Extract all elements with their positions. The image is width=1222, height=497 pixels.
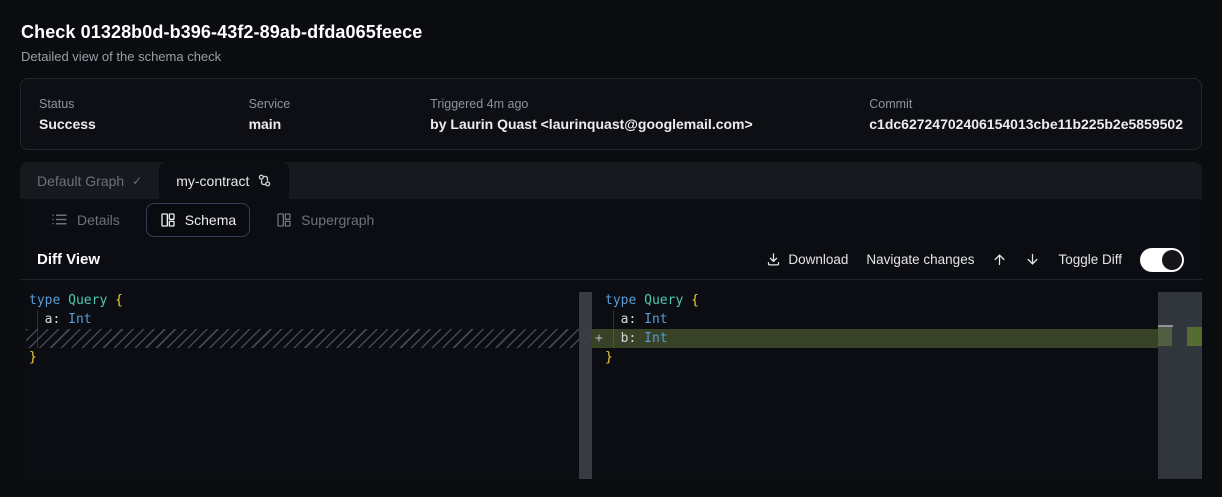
panels-icon [160,212,176,228]
tab-schema[interactable]: Schema [146,203,250,237]
meta-status-value: Success [39,116,249,132]
diff-overview-mark [1187,327,1202,346]
schema-check-page: Check 01328b0d-b396-43f2-89ab-dfda065fee… [0,0,1222,497]
download-icon [766,252,781,267]
tab-details[interactable]: Details [37,202,134,237]
meta-status: Status Success [39,97,249,132]
tab-default-graph-label: Default Graph [37,173,124,189]
page-subtitle: Detailed view of the schema check [21,49,1202,64]
arrow-up-icon [992,252,1007,267]
meta-status-label: Status [39,97,249,111]
meta-service-label: Service [249,97,431,111]
added-code-line[interactable]: + b: Int [592,329,1172,348]
added-line-plus-sign: + [592,329,605,348]
right-scrollbar[interactable] [1158,292,1202,479]
next-change-button[interactable] [1025,252,1040,267]
contract-icon [257,173,272,188]
schema-diff-editor: type Query { a: Int} type Query { a: Int… [20,280,1202,479]
line-gutter [592,291,605,310]
page-title: Check 01328b0d-b396-43f2-89ab-dfda065fee… [21,22,1202,43]
meta-commit: Commit c1dc62724702406154013cbe11b225b2e… [869,97,1183,132]
check-detail-card: Default Graph ✓ my-contract Details [20,162,1202,479]
tab-my-contract-label: my-contract [176,173,249,189]
tab-schema-label: Schema [185,212,236,228]
check-icon: ✓ [132,174,142,188]
arrow-down-icon [1025,252,1040,267]
download-label: Download [788,252,848,267]
meta-triggered-label: Triggered 4m ago [430,97,869,111]
diff-view-header: Diff View Download Navigate changes [20,240,1202,280]
code-line[interactable]: type Query { [592,291,1202,310]
code-line[interactable]: a: Int [29,310,592,329]
diff-view-title: Diff View [37,251,100,268]
toggle-diff-switch[interactable] [1140,248,1184,272]
tab-default-graph[interactable]: Default Graph ✓ [20,162,159,199]
toggle-knob [1162,250,1182,270]
tab-supergraph-label: Supergraph [301,212,374,228]
tab-details-label: Details [77,212,120,228]
check-meta-card: Status Success Service main Triggered 4m… [20,78,1202,150]
meta-triggered: Triggered 4m ago by Laurin Quast <laurin… [430,97,869,132]
toggle-diff-label: Toggle Diff [1058,252,1122,267]
code-line[interactable]: } [29,348,592,367]
meta-service: Service main [249,97,431,132]
download-button[interactable]: Download [766,252,848,267]
meta-triggered-value: by Laurin Quast <laurinquast@googlemail.… [430,116,869,132]
code-line[interactable]: type Query { [29,291,592,310]
view-tab-bar: Details Schema Supergraph [20,199,1202,240]
modified-code: type Query { a: Int+ b: Int } [592,280,1202,367]
meta-commit-value: c1dc62724702406154013cbe11b225b2e5859502 [869,116,1183,132]
navigate-changes-label: Navigate changes [866,252,974,267]
page-header: Check 01328b0d-b396-43f2-89ab-dfda065fee… [0,0,1222,64]
tab-supergraph[interactable]: Supergraph [262,203,388,237]
diff-pane-modified[interactable]: type Query { a: Int+ b: Int } [592,280,1202,479]
list-icon [51,211,68,228]
code-line[interactable]: } [592,348,1202,367]
diff-pane-original[interactable]: type Query { a: Int} [20,280,592,479]
added-line-scroll-mark [1158,327,1172,346]
graph-tab-strip: Default Graph ✓ my-contract [20,162,1202,199]
line-gutter [592,348,605,367]
diff-controls: Download Navigate changes Toggle Diff [766,248,1184,272]
tab-my-contract[interactable]: my-contract [159,162,289,199]
diff-placeholder-line[interactable] [26,329,592,348]
previous-change-button[interactable] [992,252,1007,267]
panels-icon [276,212,292,228]
meta-commit-label: Commit [869,97,1183,111]
line-gutter [592,310,605,329]
original-code: type Query { a: Int} [20,280,592,367]
meta-service-value: main [249,116,431,132]
code-line[interactable]: a: Int [592,310,1202,329]
left-scrollbar[interactable] [579,292,592,479]
